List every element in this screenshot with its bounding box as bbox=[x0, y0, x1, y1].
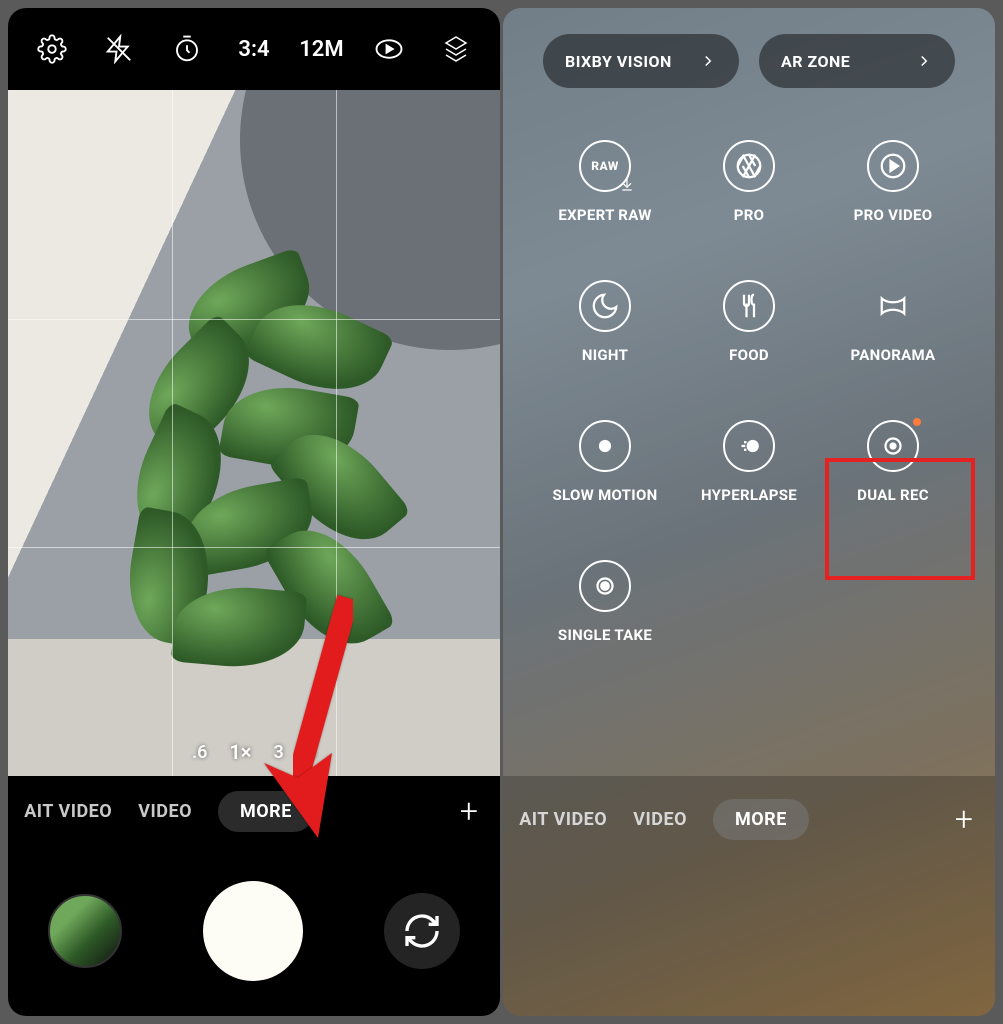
mode-label: PANORAMA bbox=[851, 346, 936, 364]
aspect-ratio-label[interactable]: 3:4 bbox=[228, 23, 280, 75]
shutter-button[interactable] bbox=[203, 881, 303, 981]
mode-label: FOOD bbox=[729, 346, 769, 364]
mode-portrait-video[interactable]: PORTRAIT VIDEO bbox=[519, 809, 607, 830]
mode-more[interactable]: MORE bbox=[713, 799, 809, 840]
aperture-icon bbox=[723, 140, 775, 192]
switch-camera-button[interactable] bbox=[384, 893, 460, 969]
mode-pro-video[interactable]: PRO VIDEO bbox=[821, 140, 965, 224]
mode-bar[interactable]: PORTRAIT VIDEO VIDEO MORE + bbox=[8, 776, 500, 846]
hyperlapse-icon bbox=[723, 420, 775, 472]
mode-portrait-video[interactable]: PORTRAIT VIDEO bbox=[24, 801, 112, 822]
mode-single-take[interactable]: SINGLE TAKE bbox=[533, 560, 677, 644]
new-badge-icon bbox=[913, 418, 921, 426]
mode-label: DUAL REC bbox=[857, 486, 929, 504]
camera-top-bar: 3:4 12M bbox=[8, 8, 500, 90]
scene-preview bbox=[8, 90, 500, 776]
bixby-vision-label: BIXBY VISION bbox=[565, 52, 672, 71]
mode-pro[interactable]: PRO bbox=[677, 140, 821, 224]
top-chips: BIXBY VISION AR ZONE bbox=[503, 8, 995, 98]
mode-panorama[interactable]: PANORAMA bbox=[821, 280, 965, 364]
bixby-vision-button[interactable]: BIXBY VISION bbox=[543, 34, 739, 88]
chevron-right-icon bbox=[915, 52, 933, 70]
moon-icon bbox=[579, 280, 631, 332]
shutter-row bbox=[8, 846, 500, 1016]
mode-more[interactable]: MORE bbox=[218, 791, 314, 832]
slow-motion-icon bbox=[579, 420, 631, 472]
filters-icon[interactable] bbox=[430, 23, 482, 75]
zoom-controls[interactable]: .6 1× 3 5 bbox=[192, 740, 316, 764]
camera-main-screen: 3:4 12M bbox=[8, 8, 500, 1016]
mode-label: PRO VIDEO bbox=[854, 206, 933, 224]
more-screen-bottom: PORTRAIT VIDEO VIDEO MORE + bbox=[503, 776, 995, 1016]
mode-night[interactable]: NIGHT bbox=[533, 280, 677, 364]
mode-label: NIGHT bbox=[582, 346, 628, 364]
food-icon bbox=[723, 280, 775, 332]
expert-raw-icon: RAW bbox=[579, 140, 631, 192]
mode-label: SINGLE TAKE bbox=[558, 626, 652, 644]
mode-video[interactable]: VIDEO bbox=[138, 801, 192, 822]
pro-video-icon bbox=[867, 140, 919, 192]
more-modes-grid: RAW EXPERT RAW PRO PRO VIDEO NIGHT FOOD … bbox=[503, 98, 995, 664]
add-mode-button[interactable]: + bbox=[955, 800, 973, 838]
gallery-thumbnail[interactable] bbox=[48, 894, 122, 968]
dual-rec-icon bbox=[867, 420, 919, 472]
panorama-icon bbox=[867, 280, 919, 332]
settings-icon[interactable] bbox=[26, 23, 78, 75]
resolution-label[interactable]: 12M bbox=[295, 23, 347, 75]
mode-label: SLOW MOTION bbox=[553, 486, 658, 504]
camera-more-screen: BIXBY VISION AR ZONE RAW EXPERT RAW PRO … bbox=[503, 8, 995, 1016]
zoom-3[interactable]: 3 bbox=[273, 742, 283, 763]
mode-hyperlapse[interactable]: HYPERLAPSE bbox=[677, 420, 821, 504]
ar-zone-button[interactable]: AR ZONE bbox=[759, 34, 955, 88]
timer-icon[interactable] bbox=[161, 23, 213, 75]
mode-expert-raw[interactable]: RAW EXPERT RAW bbox=[533, 140, 677, 224]
mode-video[interactable]: VIDEO bbox=[633, 809, 687, 830]
viewfinder[interactable]: .6 1× 3 5 bbox=[8, 90, 500, 776]
add-mode-button[interactable]: + bbox=[460, 792, 478, 830]
mode-label: PRO bbox=[734, 206, 765, 224]
mode-label: HYPERLAPSE bbox=[701, 486, 797, 504]
zoom-5[interactable]: 5 bbox=[306, 742, 316, 763]
mode-bar[interactable]: PORTRAIT VIDEO VIDEO MORE + bbox=[503, 784, 995, 854]
ar-zone-label: AR ZONE bbox=[781, 52, 850, 71]
mode-slow-motion[interactable]: SLOW MOTION bbox=[533, 420, 677, 504]
single-take-icon bbox=[579, 560, 631, 612]
mode-label: EXPERT RAW bbox=[558, 206, 651, 224]
mode-food[interactable]: FOOD bbox=[677, 280, 821, 364]
motion-photo-icon[interactable] bbox=[363, 23, 415, 75]
chevron-right-icon bbox=[699, 52, 717, 70]
zoom-0_6[interactable]: .6 bbox=[192, 742, 207, 763]
mode-dual-rec[interactable]: DUAL REC bbox=[821, 420, 965, 504]
flash-off-icon[interactable] bbox=[93, 23, 145, 75]
zoom-1x[interactable]: 1× bbox=[229, 740, 251, 764]
